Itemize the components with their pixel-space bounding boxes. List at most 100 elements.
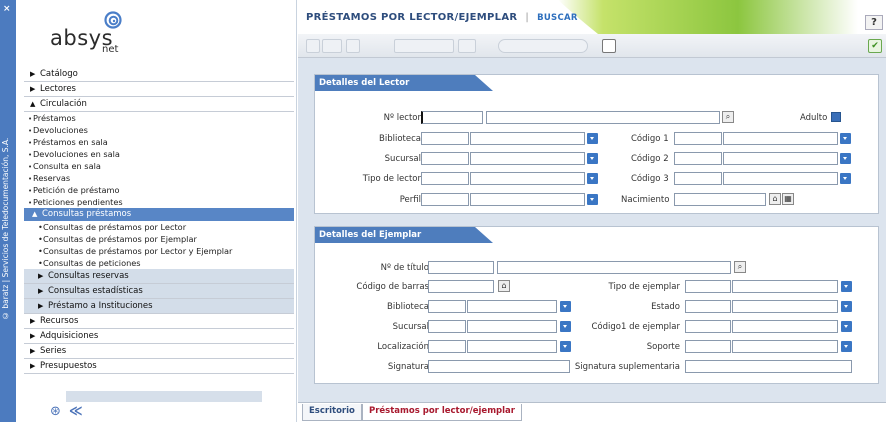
search-pill-button[interactable] — [498, 39, 588, 53]
sidebar-item-circulacion[interactable]: ▲ Circulación — [24, 97, 294, 112]
grid-icon[interactable] — [458, 39, 476, 53]
soporte-code-input[interactable] — [685, 340, 731, 353]
perfil-dropdown-icon[interactable] — [587, 194, 598, 205]
codigo-barras-label: Código de barras — [356, 282, 429, 292]
barcode-scan-icon[interactable]: ⌂ — [498, 280, 510, 292]
codigo1-code-input[interactable] — [674, 132, 722, 145]
collapse-left-icon[interactable]: ≪ — [69, 404, 83, 419]
tipo-ejemplar-select[interactable] — [732, 280, 838, 293]
adulto-checkbox[interactable] — [831, 112, 841, 122]
tipo-ejemplar-code-input[interactable] — [685, 280, 731, 293]
tipo-lector-dropdown-icon[interactable] — [587, 173, 598, 184]
estado-code-input[interactable] — [685, 300, 731, 313]
localizacion-dropdown-icon[interactable] — [560, 341, 571, 352]
sidebar-item-series[interactable]: ▶ Series — [24, 344, 294, 359]
copy-icon[interactable] — [602, 39, 616, 53]
codigo3-select[interactable] — [723, 172, 838, 185]
buscar-link[interactable]: BUSCAR — [537, 13, 578, 23]
signatura-input[interactable] — [428, 360, 570, 373]
sucursal-code-input[interactable] — [421, 152, 469, 165]
estado-select[interactable] — [732, 300, 838, 313]
estado-dropdown-icon[interactable] — [841, 301, 852, 312]
codigo2-code-input[interactable] — [674, 152, 722, 165]
sidebar-subitem[interactable]: •Devoluciones en sala — [24, 148, 294, 160]
sidebar-item-lectores[interactable]: ▶ Lectores — [24, 82, 294, 97]
localizacion-code-input[interactable] — [428, 340, 466, 353]
sucursal-dropdown-icon[interactable] — [587, 153, 598, 164]
refresh-icon[interactable]: ⊛ — [50, 404, 61, 419]
signatura-suplementaria-label: Signatura suplementaria — [574, 362, 680, 372]
codigo1-ejemplar-dropdown-icon[interactable] — [841, 321, 852, 332]
biblioteca-ej-select[interactable] — [467, 300, 557, 313]
sidebar-subitem[interactable]: •Petición de préstamo — [24, 184, 294, 196]
help-button[interactable]: ? — [865, 15, 883, 30]
nacimiento-input[interactable] — [674, 193, 766, 206]
sidebar-subitem[interactable]: •Reservas — [24, 172, 294, 184]
codigo1-ejemplar-code-input[interactable] — [685, 320, 731, 333]
codigo1-select[interactable] — [723, 132, 838, 145]
calendar-icon[interactable]: ▦ — [782, 193, 794, 205]
soporte-label: Soporte — [646, 342, 680, 352]
titulo-name-input[interactable] — [497, 261, 731, 274]
lector-name-input[interactable] — [486, 111, 720, 124]
list-icon[interactable] — [322, 39, 342, 53]
sidebar-item-presupuestos[interactable]: ▶ Presupuestos — [24, 359, 294, 374]
sucursal-ej-dropdown-icon[interactable] — [560, 321, 571, 332]
tipo-ejemplar-dropdown-icon[interactable] — [841, 281, 852, 292]
sidebar-subitem[interactable]: •Peticiones pendientes — [24, 196, 294, 208]
sidebar-subitem[interactable]: •Consultas de préstamos por Lector y Eje… — [24, 245, 294, 257]
biblioteca-select[interactable] — [470, 132, 585, 145]
biblioteca-code-input[interactable] — [421, 132, 469, 145]
tab-prestamos-lector-ejemplar[interactable]: Préstamos por lector/ejemplar — [362, 404, 522, 421]
new-record-icon[interactable] — [306, 39, 320, 53]
signatura-suplementaria-input[interactable] — [685, 360, 852, 373]
perfil-select[interactable] — [470, 193, 585, 206]
n-lector-label: Nº lector — [383, 113, 421, 123]
absys-net-logo: absys net — [50, 10, 140, 55]
search-titulo-icon[interactable]: ⌕ — [734, 261, 746, 273]
sidebar-item-catalogo[interactable]: ▶ Catálogo — [24, 67, 294, 82]
codigo3-code-input[interactable] — [674, 172, 722, 185]
sidebar-group-consultas-estadisticas[interactable]: ▶ Consultas estadísticas — [24, 284, 294, 299]
navigation-buttons[interactable] — [394, 39, 454, 53]
biblioteca-ej-dropdown-icon[interactable] — [560, 301, 571, 312]
biblioteca-dropdown-icon[interactable] — [587, 133, 598, 144]
sidebar-subitem[interactable]: •Préstamos — [24, 112, 294, 124]
sidebar-subitem[interactable]: •Devoluciones — [24, 124, 294, 136]
sucursal-ej-select[interactable] — [467, 320, 557, 333]
sidebar-horizontal-scrollbar[interactable] — [66, 391, 262, 402]
codigo2-select[interactable] — [723, 152, 838, 165]
close-sidebar-icon[interactable]: × — [3, 4, 11, 14]
soporte-select[interactable] — [732, 340, 838, 353]
sidebar-subitem[interactable]: •Consultas de peticiones — [24, 257, 294, 269]
localizacion-select[interactable] — [467, 340, 557, 353]
sidebar-group-consultas-reservas[interactable]: ▶ Consultas reservas — [24, 269, 294, 284]
codigo-barras-input[interactable] — [428, 280, 494, 293]
clear-date-icon[interactable]: ⌂ — [769, 193, 781, 205]
biblioteca-ej-code-input[interactable] — [428, 300, 466, 313]
sidebar-subitem[interactable]: •Consulta en sala — [24, 160, 294, 172]
sidebar-group-prestamo-instituciones[interactable]: ▶ Préstamo a Instituciones — [24, 299, 294, 314]
codigo1-ejemplar-select[interactable] — [732, 320, 838, 333]
sidebar-subitem[interactable]: •Consultas de préstamos por Ejemplar — [24, 233, 294, 245]
codigo3-dropdown-icon[interactable] — [840, 173, 851, 184]
check-icon[interactable] — [346, 39, 360, 53]
sidebar-subitem[interactable]: •Consultas de préstamos por Lector — [24, 221, 294, 233]
search-lector-icon[interactable]: ⌕ — [722, 111, 734, 123]
sidebar-item-recursos[interactable]: ▶ Recursos — [24, 314, 294, 329]
sucursal-select[interactable] — [470, 152, 585, 165]
sidebar-subitem[interactable]: •Préstamos en sala — [24, 136, 294, 148]
codigo1-dropdown-icon[interactable] — [840, 133, 851, 144]
tipo-lector-select[interactable] — [470, 172, 585, 185]
codigo2-dropdown-icon[interactable] — [840, 153, 851, 164]
sidebar-group-consultas-prestamos[interactable]: ▲ Consultas préstamos — [24, 208, 294, 221]
sucursal-ej-code-input[interactable] — [428, 320, 466, 333]
n-lector-input[interactable] — [421, 111, 483, 124]
sidebar-item-adquisiciones[interactable]: ▶ Adquisiciones — [24, 329, 294, 344]
n-titulo-input[interactable] — [428, 261, 494, 274]
perfil-code-input[interactable] — [421, 193, 469, 206]
accept-check-icon[interactable]: ✔ — [868, 39, 882, 53]
tab-escritorio[interactable]: Escritorio — [302, 404, 362, 421]
soporte-dropdown-icon[interactable] — [841, 341, 852, 352]
tipo-lector-code-input[interactable] — [421, 172, 469, 185]
